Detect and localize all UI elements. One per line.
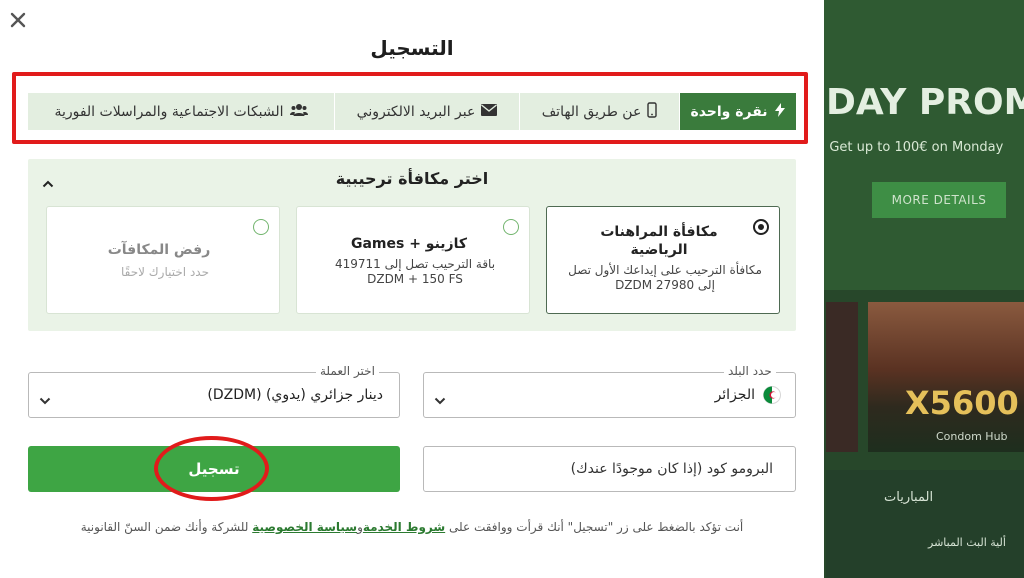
bonus-radio[interactable] <box>503 219 519 235</box>
bonus-option-name: كازينو + Games <box>350 236 468 252</box>
currency-value: دينار جزائري (يدوي) (DZDM) <box>207 387 383 403</box>
bonus-option-desc: مكافأة الترحيب على إيداعك الأول تصل إلى … <box>568 263 762 292</box>
country-value: الجزائر <box>714 387 755 403</box>
chevron-down-icon <box>39 390 51 409</box>
terms-suffix: للشركة وأنك ضمن السنّ القانونية <box>80 520 249 534</box>
annotation-highlight-box <box>12 72 808 144</box>
chevron-down-icon <box>434 390 446 409</box>
bonus-panel-title: اختر مكافأة ترحيبية <box>335 169 489 188</box>
chevron-up-icon[interactable] <box>42 173 54 192</box>
promo-banner-title: DAY PROMO <box>826 82 1024 123</box>
currency-select[interactable]: دينار جزائري (يدوي) (DZDM) <box>28 372 400 418</box>
terms-prefix: أنت تؤكد بالضغط على زر "تسجيل" أنك قرأت … <box>449 520 744 534</box>
modal-title: التسجيل <box>370 36 454 60</box>
bonus-option-decline[interactable]: رفض المكافآت حدد اختيارك لاحقًا <box>46 206 280 314</box>
bonus-option-name: رفض المكافآت <box>107 242 211 258</box>
background-tabs <box>826 470 1024 578</box>
background-tab-matches[interactable]: المباريات <box>884 490 933 505</box>
bonus-option-name: مكافأة المراهنات الرياضية <box>600 224 718 258</box>
algeria-flag-icon <box>763 386 781 404</box>
country-label: حدد البلد <box>724 364 776 378</box>
bonus-radio[interactable] <box>753 219 769 235</box>
welcome-bonus-panel: اختر مكافأة ترحيبية مكافأة المراهنات الر… <box>28 159 796 331</box>
terms-of-service-link[interactable]: شروط الخدمة <box>363 520 445 534</box>
promo-banner-subtitle: ! Get up to 100€ on Monday <box>820 140 1004 155</box>
close-icon[interactable] <box>6 8 30 32</box>
currency-label: اختر العملة <box>316 364 379 378</box>
game-card-title: Condom Hub <box>936 430 1008 443</box>
bonus-option-casino[interactable]: كازينو + Games باقة الترحيب تصل إلى 4197… <box>296 206 530 314</box>
game-card[interactable] <box>826 302 858 452</box>
bonus-radio[interactable] <box>253 219 269 235</box>
privacy-policy-link[interactable]: سياسة الخصوصية <box>252 520 357 534</box>
country-select[interactable]: الجزائر <box>423 372 796 418</box>
more-details-button[interactable]: MORE DETAILS <box>872 182 1006 218</box>
annotation-highlight-ellipse <box>154 436 269 501</box>
bonus-option-sports[interactable]: مكافأة المراهنات الرياضية مكافأة الترحيب… <box>546 206 780 314</box>
game-card-multiplier: X5600 <box>905 384 1019 422</box>
bonus-option-desc: حدد اختيارك لاحقًا <box>120 265 209 279</box>
terms-notice: أنت تؤكد بالضغط على زر "تسجيل" أنك قرأت … <box>20 520 804 534</box>
bonus-option-desc: باقة الترحيب تصل إلى 419711 DZDM + 150 F… <box>334 257 496 286</box>
registration-modal: التسجيل نقرة واحدة عن طريق الهاتف عبر ال… <box>0 0 824 578</box>
promo-code-input[interactable]: البرومو كود (إذا كان موجودًا عندك) <box>423 446 796 492</box>
background-live-label: ألية البث المباشر <box>928 536 1006 549</box>
